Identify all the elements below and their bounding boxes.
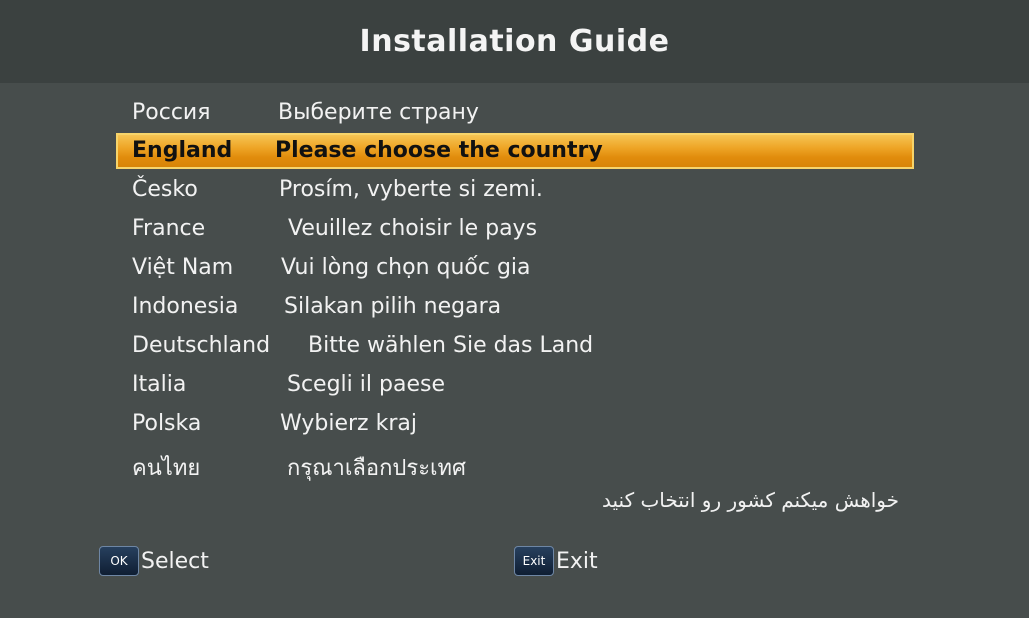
country-name: England: [132, 138, 233, 163]
title-bar: Installation Guide: [0, 0, 1029, 83]
exit-hint[interactable]: Exit Exit: [514, 545, 598, 577]
country-name: คนไทย: [132, 456, 201, 481]
select-hint[interactable]: OK Select: [99, 545, 209, 577]
country-name: Polska: [132, 411, 202, 436]
country-prompt: Veuillez choisir le pays: [288, 216, 538, 241]
country-name: Việt Nam: [132, 255, 234, 280]
country-name: Česko: [132, 177, 198, 202]
country-prompt: กรุณาเลือกประเทศ: [287, 456, 467, 481]
country-prompt: Scegli il paese: [287, 372, 445, 397]
country-row-france[interactable]: France Veuillez choisir le pays: [116, 211, 914, 247]
country-name: Россия: [132, 100, 211, 125]
country-prompt: Wybierz kraj: [280, 411, 417, 436]
farsi-prompt[interactable]: خواهش میکنم کشور رو انتخاب کنید: [602, 488, 899, 512]
country-row-england[interactable]: England Please choose the country: [116, 133, 914, 169]
country-prompt: Bitte wählen Sie das Land: [308, 333, 594, 358]
country-name: Italia: [132, 372, 187, 397]
page-title: Installation Guide: [359, 24, 670, 59]
country-row-vietnam[interactable]: Việt Nam Vui lòng chọn quốc gia: [116, 250, 914, 286]
exit-key-icon: Exit: [514, 546, 554, 576]
country-name: Deutschland: [132, 333, 271, 358]
country-row-italy[interactable]: Italia Scegli il paese: [116, 367, 914, 403]
country-prompt: Prosím, vyberte si zemi.: [279, 177, 543, 202]
country-row-czech[interactable]: Česko Prosím, vyberte si zemi.: [116, 172, 914, 208]
exit-label: Exit: [556, 548, 598, 574]
country-name: Indonesia: [132, 294, 239, 319]
select-label: Select: [141, 548, 209, 574]
country-prompt: Please choose the country: [275, 138, 603, 163]
country-name: France: [132, 216, 206, 241]
country-row-germany[interactable]: Deutschland Bitte wählen Sie das Land: [116, 328, 914, 364]
country-row-russia[interactable]: Россия Выберите страну: [116, 95, 914, 131]
country-prompt: Silakan pilih negara: [284, 294, 502, 319]
country-prompt: Выберите страну: [278, 100, 479, 125]
country-prompt: Vui lòng chọn quốc gia: [281, 255, 531, 280]
country-row-thailand[interactable]: คนไทย กรุณาเลือกประเทศ: [116, 445, 914, 481]
country-row-poland[interactable]: Polska Wybierz kraj: [116, 406, 914, 442]
country-row-indonesia[interactable]: Indonesia Silakan pilih negara: [116, 289, 914, 325]
ok-key-icon: OK: [99, 546, 139, 576]
